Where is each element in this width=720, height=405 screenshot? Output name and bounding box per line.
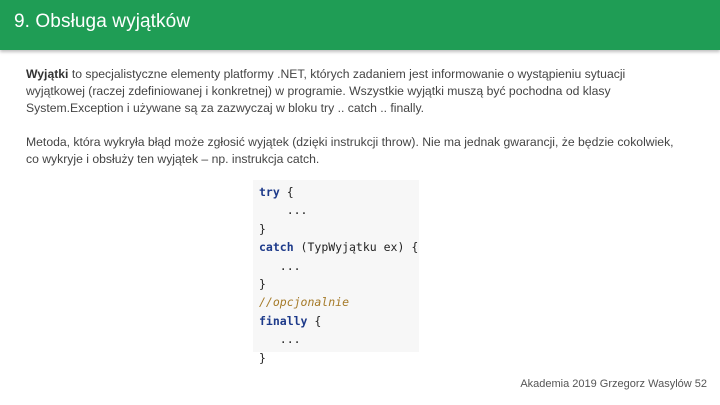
code-line-3: } [259,221,266,236]
code-token: { [307,313,322,328]
keyword-catch: catch [259,240,294,255]
code-comment: //opcjonalnie [259,295,350,310]
code-token: { [279,185,294,199]
code-line-1: try { [259,185,294,199]
slide-title: 9. Obsługa wyjątków [14,11,191,32]
paragraph-1: Wyjątki to specjalistyczne elementy plat… [26,66,686,117]
paragraph-1-text: to specjalistyczne elementy platformy .N… [26,67,626,115]
code-line-9: ... [259,332,301,347]
code-token: (TypWyjątku ex) { [293,240,419,255]
code-snippet: try { ... } catch (TypWyjątku ex) { ... … [253,180,419,365]
slide: 9. Obsługa wyjątków Wyjątki to specjalis… [0,0,720,405]
slide-footer: Akademia 2019 Grzegorz Wasylów 52 [520,378,707,390]
code-line-2: ... [259,203,308,218]
code-line-8: finally { [259,314,321,328]
slide-body: Wyjątki to specjalistyczne elementy plat… [26,66,686,168]
code-line-6: } [259,277,266,292]
code-line-5: ... [259,258,301,273]
code-block: try { ... } catch (TypWyjątku ex) { ... … [259,183,418,367]
title-bar: 9. Obsługa wyjątków [0,0,720,50]
keyword-finally: finally [259,313,308,328]
keyword-try: try [259,185,280,199]
code-line-10: } [259,350,266,365]
bold-term: Wyjątki [26,67,69,81]
paragraph-2: Metoda, która wykryła błąd może zgłosić … [26,135,674,166]
code-line-4: catch (TypWyjątku ex) { [259,240,418,254]
